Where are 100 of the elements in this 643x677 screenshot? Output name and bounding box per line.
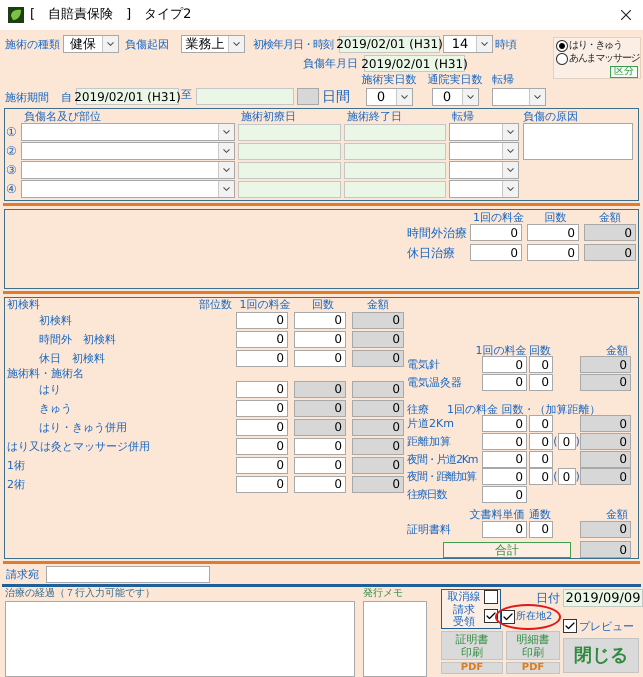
text-field[interactable]: 0 xyxy=(529,450,553,468)
progress-field[interactable] xyxy=(5,601,355,677)
text-field[interactable] xyxy=(196,88,294,105)
text-field[interactable] xyxy=(238,180,341,198)
text-field[interactable]: 0 xyxy=(294,312,346,328)
text-field[interactable]: 0 xyxy=(482,356,527,374)
text-field[interactable]: 0 xyxy=(236,438,288,454)
text-field[interactable]: 2019/02/01 (H31) xyxy=(339,36,440,52)
dropdown[interactable] xyxy=(449,142,519,160)
dropdown[interactable] xyxy=(21,180,235,198)
text-field[interactable]: 0 xyxy=(236,456,288,474)
text-field[interactable]: 0 xyxy=(352,330,404,348)
text-field[interactable]: 0 xyxy=(584,224,636,241)
checkbox[interactable] xyxy=(484,609,498,623)
text-field[interactable]: 0 xyxy=(482,486,527,504)
dropdown[interactable] xyxy=(21,161,235,179)
text-field[interactable]: 0 xyxy=(580,433,631,450)
text-field[interactable]: 0 xyxy=(294,476,346,492)
label: 電気針 xyxy=(407,359,441,370)
text-field[interactable]: 2019/02/01 (H31) xyxy=(76,88,179,105)
dropdown[interactable]: 業務上 xyxy=(181,35,245,53)
dropdown[interactable]: 健保 xyxy=(63,35,119,53)
text-field[interactable]: 0 xyxy=(529,433,553,450)
total-field[interactable]: 0 xyxy=(580,541,631,558)
chevron-down-icon xyxy=(396,89,412,105)
text-field[interactable] xyxy=(238,162,341,178)
text-field[interactable]: 0 xyxy=(352,438,404,454)
text-field[interactable]: 0 xyxy=(294,438,346,454)
dropdown[interactable] xyxy=(492,88,546,106)
text-field[interactable] xyxy=(344,162,446,178)
text-field[interactable] xyxy=(344,142,446,160)
text-field[interactable]: 0 xyxy=(580,415,631,432)
text-field[interactable]: 0 xyxy=(580,356,631,374)
text-field[interactable]: 0 xyxy=(529,468,553,486)
text-field[interactable]: 0 xyxy=(482,415,527,432)
text-field[interactable]: 0 xyxy=(580,468,631,486)
label: 金額 xyxy=(366,299,390,310)
text-field[interactable]: 0 xyxy=(482,450,527,468)
checkbox[interactable] xyxy=(501,610,515,624)
text-field[interactable]: 0 xyxy=(529,374,553,391)
text-field[interactable] xyxy=(344,124,446,140)
text-field[interactable]: 2019/02/01 (H31) xyxy=(364,55,465,72)
dropdown[interactable] xyxy=(21,142,235,160)
text-field[interactable]: 0 xyxy=(352,456,404,474)
text-field[interactable]: 0 xyxy=(482,374,527,391)
dropdown[interactable]: 0 xyxy=(366,88,412,106)
label: 片道2Km xyxy=(407,418,455,430)
text-field[interactable] xyxy=(297,88,319,105)
bracket: ( xyxy=(553,436,558,448)
distance-field[interactable]: 0 xyxy=(558,468,576,486)
text-field[interactable]: 0 xyxy=(527,224,579,241)
text-field[interactable]: 0 xyxy=(236,476,288,492)
text-field[interactable]: 0 xyxy=(352,476,404,492)
category-button[interactable]: 区分 xyxy=(610,66,638,78)
text-field[interactable] xyxy=(238,124,341,140)
checkbox[interactable] xyxy=(563,619,577,633)
checkbox[interactable] xyxy=(484,590,498,604)
memo-field[interactable] xyxy=(363,601,427,677)
text-field[interactable]: 0 xyxy=(236,330,288,348)
dropdown[interactable] xyxy=(449,123,519,141)
dropdown[interactable]: 14 xyxy=(443,35,493,53)
text-field[interactable]: 0 xyxy=(236,400,288,416)
text-field[interactable]: 0 xyxy=(529,356,553,374)
text-field[interactable]: 0 xyxy=(482,520,527,538)
text-field[interactable]: 0 xyxy=(580,520,631,538)
total-button[interactable]: 合計 xyxy=(443,542,571,558)
radio-button[interactable] xyxy=(556,40,568,52)
distance-field[interactable]: 0 xyxy=(558,433,576,450)
text-field[interactable]: 0 xyxy=(294,456,346,474)
text-field[interactable] xyxy=(238,142,341,160)
text-field[interactable]: 0 xyxy=(529,520,553,538)
text-field[interactable]: 0 xyxy=(236,418,288,436)
text-field[interactable]: 0 xyxy=(352,380,404,398)
text-field[interactable]: 0 xyxy=(236,380,288,398)
text-field[interactable]: 0 xyxy=(580,450,631,468)
text-field[interactable]: 0 xyxy=(352,350,404,366)
text-field[interactable]: 0 xyxy=(294,350,346,366)
text-field[interactable]: 0 xyxy=(352,312,404,328)
text-field[interactable]: 0 xyxy=(236,312,288,328)
dropdown[interactable] xyxy=(449,161,519,179)
text-field[interactable]: 0 xyxy=(482,468,527,486)
cause-field[interactable] xyxy=(523,123,633,160)
radio-button[interactable] xyxy=(556,52,568,65)
text-field[interactable]: 0 xyxy=(584,244,636,261)
date-field[interactable]: 2019/09/09 xyxy=(563,589,643,607)
text-field[interactable]: 0 xyxy=(352,418,404,436)
dropdown[interactable] xyxy=(449,180,519,198)
text-field[interactable] xyxy=(46,566,210,582)
text-field[interactable]: 0 xyxy=(527,244,579,261)
text-field[interactable]: 0 xyxy=(482,433,527,450)
dropdown[interactable] xyxy=(21,123,235,141)
dropdown[interactable]: 0 xyxy=(432,88,478,106)
text-field[interactable]: 0 xyxy=(580,374,631,391)
text-field[interactable]: 0 xyxy=(529,415,553,432)
text-field[interactable] xyxy=(344,180,446,198)
text-field[interactable]: 0 xyxy=(470,244,522,261)
text-field[interactable]: 0 xyxy=(352,400,404,416)
text-field[interactable]: 0 xyxy=(294,330,346,348)
text-field[interactable]: 0 xyxy=(236,350,288,366)
text-field[interactable]: 0 xyxy=(470,224,522,241)
